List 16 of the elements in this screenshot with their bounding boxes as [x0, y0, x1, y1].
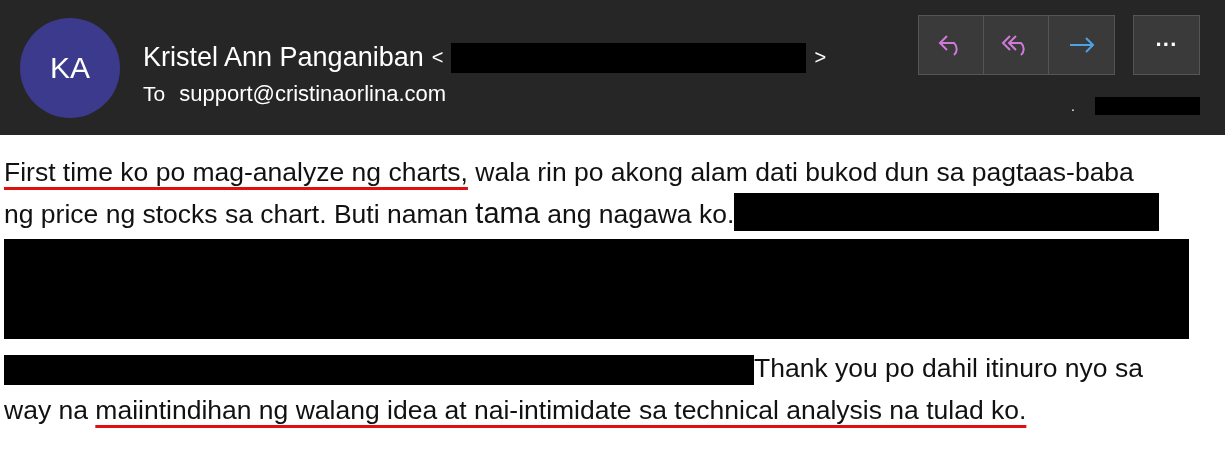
reply-button[interactable]	[919, 16, 984, 74]
message-line: ng price ng stocks sa chart. Buti naman tama ang nagawa ko.	[4, 196, 735, 231]
bracket: <	[431, 46, 444, 69]
to-label: To	[143, 82, 166, 106]
more-button[interactable]: ···	[1133, 15, 1200, 75]
message-line: Thank you po dahil itinuro nyo sa	[754, 352, 1143, 385]
sender-name: Kristel Ann Panganiban	[143, 42, 424, 73]
dot: .	[1071, 98, 1075, 114]
reply-all-button[interactable]	[984, 16, 1049, 74]
message-line: First time ko po mag-analyze ng charts, wala rin po akong alam dati bukod dun sa pagtaas-baba	[4, 156, 1134, 189]
bracket: >	[814, 46, 827, 69]
recipient-address: support@cristinaorlina.com	[179, 81, 447, 107]
forward-button[interactable]	[1049, 16, 1114, 74]
forward-icon	[1067, 36, 1096, 54]
avatar: KA	[20, 18, 120, 118]
message-line: way na maiintindihan ng walang idea at nai-intimidate sa technical analysis na tulad ko.	[4, 394, 1027, 427]
